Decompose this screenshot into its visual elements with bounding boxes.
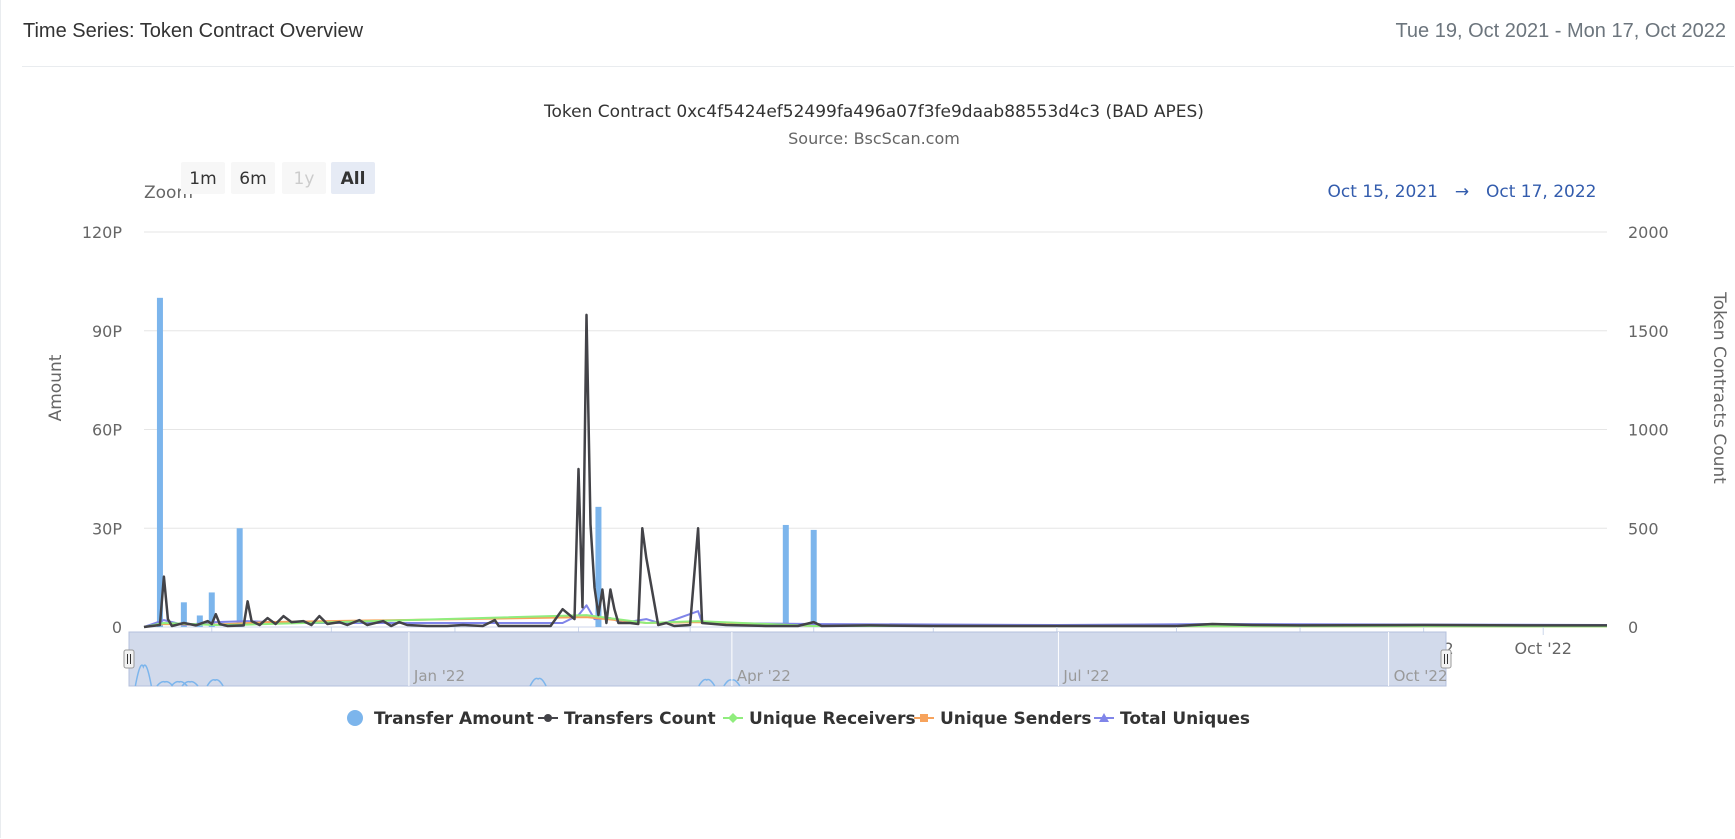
- right-tick-label: 500: [1628, 519, 1659, 538]
- navigator-right-handle[interactable]: [1440, 649, 1452, 669]
- navigator-label: Jan '22: [413, 667, 465, 685]
- range-selector: Zoom 1m 6m 1y All Oct 15, 2021 → Oct 17, 20…: [144, 162, 1597, 203]
- navigator[interactable]: Jan '22 Apr '22 Jul '22 Oct '22: [123, 631, 1452, 687]
- grid-lines: [144, 231, 1607, 628]
- legend-label: Total Uniques: [1120, 709, 1250, 729]
- legend-item-total-uniques[interactable]: Total Uniques: [1094, 709, 1250, 729]
- card-date-range: Tue 19, Oct 2021 - Mon 17, Oct 2022: [1395, 20, 1726, 42]
- range-to-date[interactable]: Oct 17, 2022: [1486, 182, 1597, 202]
- card-title: Time Series: Token Contract Overview: [23, 20, 364, 42]
- legend-symbol: [347, 710, 363, 726]
- legend-marker: [544, 714, 552, 722]
- right-tick-label: 1000: [1628, 421, 1669, 440]
- left-axis: 0 30P 60P 90P 120P: [82, 223, 123, 637]
- right-axis-title: Token Contracts Count: [1709, 291, 1729, 484]
- plot-area: [143, 297, 1608, 629]
- transfer-amount-bar[interactable]: [810, 529, 817, 627]
- range-from-date[interactable]: Oct 15, 2021: [1328, 182, 1439, 202]
- legend-label: Unique Receivers: [749, 709, 916, 729]
- legend-item-transfers-count[interactable]: Transfers Count: [538, 709, 716, 729]
- legend: Transfer Amount Transfers Count Unique Rec…: [347, 709, 1250, 729]
- chart-subtitle: Source: BscScan.com: [788, 129, 960, 148]
- right-axis: 0 500 1000 1500 2000: [1628, 223, 1669, 637]
- legend-item-unique-receivers[interactable]: Unique Receivers: [723, 709, 916, 729]
- time-series-chart: Token Contract 0xc4f5424ef52499fa496a07f…: [46, 102, 1729, 729]
- zoom-button-label: 1m: [189, 169, 216, 189]
- right-tick-label: 1500: [1628, 322, 1669, 341]
- legend-marker: [728, 713, 738, 723]
- legend-marker: [920, 714, 928, 722]
- zoom-button-label: 6m: [239, 169, 266, 189]
- zoom-button-label: All: [341, 169, 366, 189]
- navigator-label: Jul '22: [1062, 667, 1109, 685]
- transfer-amount-bar[interactable]: [782, 524, 789, 627]
- left-tick-label: 30P: [92, 519, 122, 538]
- left-tick-label: 120P: [82, 223, 123, 242]
- legend-item-transfer-amount[interactable]: Transfer Amount: [347, 709, 534, 729]
- left-tick-label: 60P: [92, 421, 122, 440]
- left-axis-title: Amount: [46, 354, 66, 421]
- range-arrow: →: [1455, 182, 1469, 202]
- x-tick-label: Oct '22: [1514, 639, 1572, 658]
- legend-item-unique-senders[interactable]: Unique Senders: [914, 709, 1092, 729]
- right-tick-label: 2000: [1628, 223, 1669, 242]
- navigator-label: Apr '22: [737, 667, 791, 685]
- legend-label: Unique Senders: [940, 709, 1092, 729]
- legend-label: Transfers Count: [564, 709, 716, 729]
- card-header: Time Series: Token Contract Overview Tue…: [22, 0, 1734, 67]
- chart-title: Token Contract 0xc4f5424ef52499fa496a07f…: [543, 102, 1204, 122]
- zoom-buttons: 1m 6m 1y All: [181, 162, 375, 194]
- transfers-count-line[interactable]: [143, 313, 1607, 629]
- zoom-button-label: 1y: [294, 169, 315, 189]
- right-tick-label: 0: [1628, 618, 1638, 637]
- legend-label: Transfer Amount: [374, 709, 534, 729]
- transfer-amount-bar[interactable]: [156, 297, 163, 627]
- left-tick-label: 0: [112, 618, 122, 637]
- navigator-label: Oct '22: [1394, 667, 1448, 685]
- navigator-left-handle[interactable]: [123, 649, 135, 669]
- transfer-amount-bar[interactable]: [236, 528, 243, 627]
- left-tick-label: 90P: [92, 322, 122, 341]
